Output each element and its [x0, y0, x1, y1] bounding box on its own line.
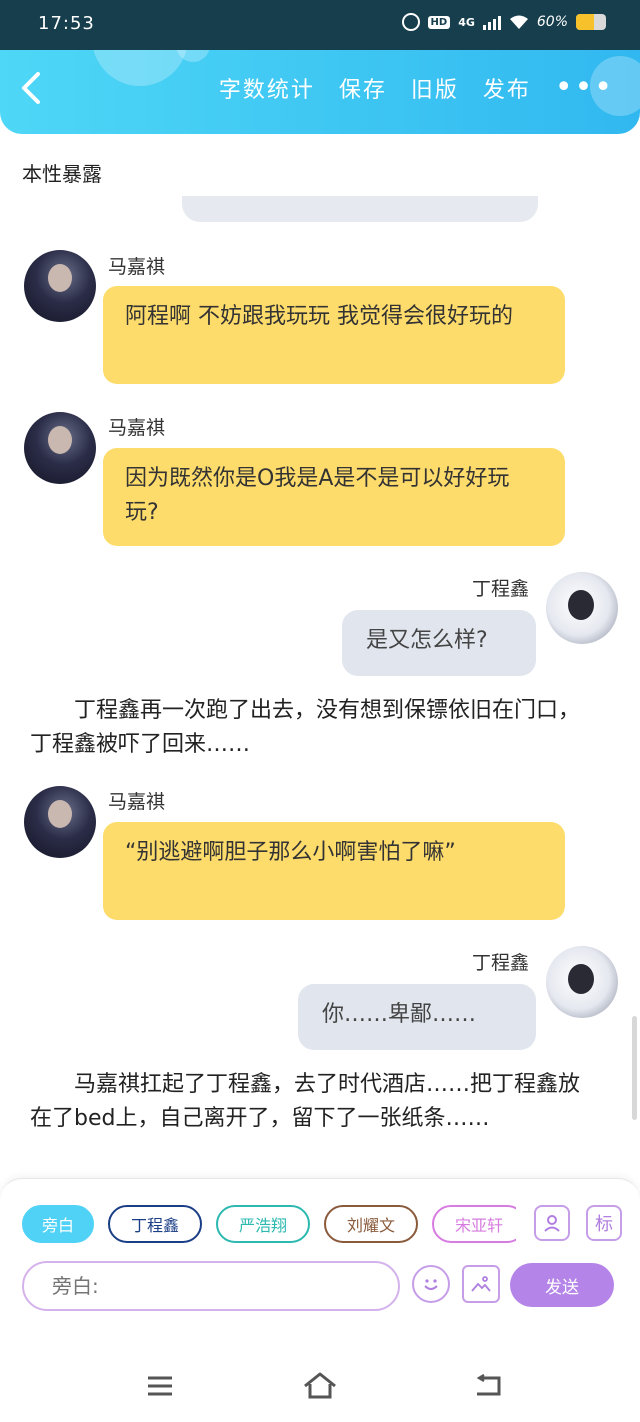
avatar[interactable]: [546, 572, 618, 644]
clock: 17:53: [38, 13, 95, 34]
old-version-button[interactable]: 旧版: [411, 72, 459, 104]
message-input[interactable]: [22, 1261, 400, 1311]
image-button[interactable]: [462, 1265, 500, 1303]
back-nav-button[interactable]: [468, 1366, 508, 1406]
alarm-icon: [401, 13, 420, 31]
role-chip-song-yaxuan[interactable]: 宋亚轩: [432, 1205, 516, 1243]
avatar[interactable]: [546, 946, 618, 1018]
role-chip-list: 旁白 丁程鑫 严浩翔 刘耀文 宋亚轩: [22, 1205, 516, 1245]
wifi-icon: [509, 14, 529, 30]
speaker-name: 丁程鑫: [472, 952, 530, 974]
chevron-left-icon: [22, 72, 40, 104]
smiley-icon: [424, 1279, 438, 1290]
message-bubble[interactable]: 是又怎么样?: [342, 610, 536, 676]
composer-panel: 旁白 丁程鑫 严浩翔 刘耀文 宋亚轩 标 发送: [0, 1178, 640, 1349]
emoji-button[interactable]: [412, 1265, 450, 1303]
role-chip-yan-haoxiang[interactable]: 严浩翔: [216, 1205, 310, 1243]
save-button[interactable]: 保存: [339, 72, 387, 104]
narration-text[interactable]: 丁程鑫再一次跑了出去，没有想到保镖依旧在门口，丁程鑫被吓了回来……: [30, 694, 600, 762]
speaker-name: 马嘉祺: [108, 417, 166, 439]
message-bubble-partial: [182, 196, 538, 222]
speaker-name: 马嘉祺: [108, 256, 166, 278]
send-button[interactable]: 发送: [510, 1263, 614, 1307]
role-chip-liu-yaowen[interactable]: 刘耀文: [324, 1205, 418, 1243]
narration-text[interactable]: 马嘉祺扛起了丁程鑫，去了时代酒店……把丁程鑫放在了bed上，自己离开了，留下了一…: [30, 1068, 600, 1136]
hd-icon: HD: [427, 15, 451, 29]
tag-button[interactable]: 标: [586, 1205, 622, 1241]
avatar[interactable]: [24, 412, 96, 484]
avatar[interactable]: [24, 250, 96, 322]
status-bar: 17:53 HD 4G 60%: [0, 0, 640, 50]
character-card-button[interactable]: [534, 1205, 570, 1241]
message-bubble[interactable]: 阿程啊 不妨跟我玩玩 我觉得会很好玩的: [103, 286, 565, 384]
speaker-name: 丁程鑫: [472, 578, 530, 600]
battery-percent: 60%: [536, 14, 568, 30]
message-bubble[interactable]: “别逃避啊胆子那么小啊害怕了嘛”: [103, 822, 565, 920]
story-title: 本性暴露: [22, 162, 102, 186]
more-icon[interactable]: •••: [555, 73, 614, 103]
person-card-icon: [544, 1215, 560, 1232]
home-button[interactable]: [300, 1366, 340, 1406]
home-icon: [304, 1372, 336, 1399]
message-bubble[interactable]: 因为既然你是O我是A是不是可以好好玩玩?: [103, 448, 565, 546]
editor-header: 字数统计 保存 旧版 发布 •••: [0, 50, 640, 134]
signal-icon: [482, 14, 501, 30]
back-button[interactable]: [20, 70, 54, 110]
scrollbar[interactable]: [632, 1016, 637, 1120]
image-icon: [471, 1276, 491, 1292]
avatar[interactable]: [24, 786, 96, 858]
back-arrow-icon: [476, 1374, 501, 1396]
publish-button[interactable]: 发布: [483, 72, 531, 104]
role-chip-ding-chengxin[interactable]: 丁程鑫: [108, 1205, 202, 1243]
system-nav-bar: [0, 1348, 640, 1422]
word-count-button[interactable]: 字数统计: [219, 72, 315, 104]
menu-button[interactable]: [140, 1366, 180, 1406]
message-bubble[interactable]: 你……卑鄙……: [298, 984, 536, 1050]
battery-icon: [576, 14, 606, 30]
network-type: 4G: [458, 15, 475, 29]
menu-icon: [148, 1376, 172, 1396]
speaker-name: 马嘉祺: [108, 791, 166, 813]
role-chip-narrator[interactable]: 旁白: [22, 1205, 94, 1243]
